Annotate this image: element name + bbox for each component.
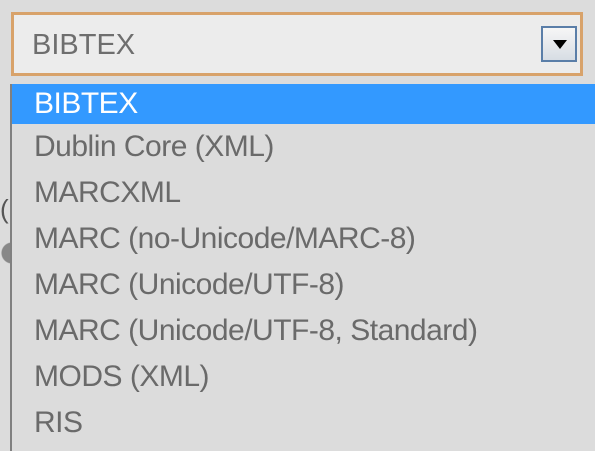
dropdown-list[interactable]: BIBTEX Dublin Core (XML) MARCXML MARC (n…: [10, 84, 595, 451]
option-ris[interactable]: RIS: [12, 403, 595, 443]
dropdown-arrow-icon: [553, 40, 567, 49]
option-marcxml[interactable]: MARCXML: [12, 173, 595, 213]
dropdown-arrow-button[interactable]: [541, 26, 577, 62]
option-marc-utf8-standard[interactable]: MARC (Unicode/UTF-8, Standard): [12, 311, 595, 351]
export-format-select[interactable]: BIBTEX: [11, 12, 583, 76]
select-current-value: BIBTEX: [32, 29, 136, 61]
option-marc-8[interactable]: MARC (no-Unicode/MARC-8): [12, 219, 595, 259]
option-marc-utf8[interactable]: MARC (Unicode/UTF-8): [12, 265, 595, 305]
option-mods-xml[interactable]: MODS (XML): [12, 357, 595, 397]
page: BIBTEX ( BIBTEX Dublin Core (XML) MARCXM…: [0, 0, 595, 451]
option-dublin-core[interactable]: Dublin Core (XML): [12, 127, 595, 167]
option-bibtex[interactable]: BIBTEX: [12, 84, 595, 124]
